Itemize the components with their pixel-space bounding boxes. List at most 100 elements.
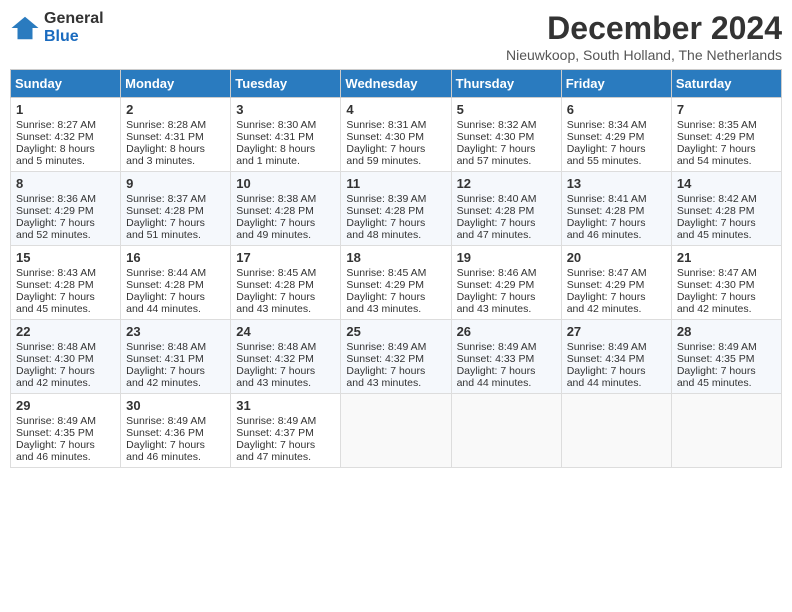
logo: General Blue — [10, 10, 104, 45]
sunset-text: Sunset: 4:28 PM — [346, 205, 445, 217]
sunset-text: Sunset: 4:28 PM — [457, 205, 556, 217]
sunrise-text: Sunrise: 8:39 AM — [346, 193, 445, 205]
logo-general-text: General — [44, 10, 104, 28]
sunset-text: Sunset: 4:28 PM — [126, 205, 225, 217]
daylight-text: Daylight: 7 hours and 44 minutes. — [126, 291, 225, 315]
day-number: 17 — [236, 250, 335, 265]
daylight-text: Daylight: 7 hours and 45 minutes. — [677, 365, 776, 389]
sunset-text: Sunset: 4:35 PM — [16, 427, 115, 439]
day-number: 27 — [567, 324, 666, 339]
sunset-text: Sunset: 4:31 PM — [126, 131, 225, 143]
calendar-cell: 30Sunrise: 8:49 AMSunset: 4:36 PMDayligh… — [121, 394, 231, 468]
calendar-cell: 22Sunrise: 8:48 AMSunset: 4:30 PMDayligh… — [11, 320, 121, 394]
sunrise-text: Sunrise: 8:47 AM — [567, 267, 666, 279]
day-number: 28 — [677, 324, 776, 339]
sunrise-text: Sunrise: 8:42 AM — [677, 193, 776, 205]
sunset-text: Sunset: 4:29 PM — [567, 131, 666, 143]
page-header: General Blue December 2024 Nieuwkoop, So… — [10, 10, 782, 63]
day-number: 23 — [126, 324, 225, 339]
daylight-text: Daylight: 7 hours and 48 minutes. — [346, 217, 445, 241]
day-number: 24 — [236, 324, 335, 339]
calendar-cell: 1Sunrise: 8:27 AMSunset: 4:32 PMDaylight… — [11, 98, 121, 172]
calendar-cell: 4Sunrise: 8:31 AMSunset: 4:30 PMDaylight… — [341, 98, 451, 172]
calendar-cell: 8Sunrise: 8:36 AMSunset: 4:29 PMDaylight… — [11, 172, 121, 246]
sunset-text: Sunset: 4:29 PM — [346, 279, 445, 291]
day-number: 19 — [457, 250, 556, 265]
sunrise-text: Sunrise: 8:49 AM — [236, 415, 335, 427]
calendar-cell: 12Sunrise: 8:40 AMSunset: 4:28 PMDayligh… — [451, 172, 561, 246]
sunset-text: Sunset: 4:31 PM — [236, 131, 335, 143]
daylight-text: Daylight: 7 hours and 42 minutes. — [126, 365, 225, 389]
sunrise-text: Sunrise: 8:30 AM — [236, 119, 335, 131]
daylight-text: Daylight: 8 hours and 1 minute. — [236, 143, 335, 167]
calendar-cell: 6Sunrise: 8:34 AMSunset: 4:29 PMDaylight… — [561, 98, 671, 172]
calendar-cell: 29Sunrise: 8:49 AMSunset: 4:35 PMDayligh… — [11, 394, 121, 468]
daylight-text: Daylight: 7 hours and 46 minutes. — [567, 217, 666, 241]
sunset-text: Sunset: 4:30 PM — [457, 131, 556, 143]
logo-text: General Blue — [44, 10, 104, 45]
calendar-cell: 23Sunrise: 8:48 AMSunset: 4:31 PMDayligh… — [121, 320, 231, 394]
day-number: 9 — [126, 176, 225, 191]
calendar-cell: 2Sunrise: 8:28 AMSunset: 4:31 PMDaylight… — [121, 98, 231, 172]
day-header-thursday: Thursday — [451, 70, 561, 98]
daylight-text: Daylight: 7 hours and 59 minutes. — [346, 143, 445, 167]
daylight-text: Daylight: 7 hours and 55 minutes. — [567, 143, 666, 167]
day-number: 30 — [126, 398, 225, 413]
day-number: 5 — [457, 102, 556, 117]
daylight-text: Daylight: 7 hours and 42 minutes. — [16, 365, 115, 389]
calendar-cell — [671, 394, 781, 468]
sunrise-text: Sunrise: 8:48 AM — [126, 341, 225, 353]
daylight-text: Daylight: 7 hours and 43 minutes. — [236, 291, 335, 315]
day-header-saturday: Saturday — [671, 70, 781, 98]
sunrise-text: Sunrise: 8:34 AM — [567, 119, 666, 131]
daylight-text: Daylight: 8 hours and 3 minutes. — [126, 143, 225, 167]
daylight-text: Daylight: 7 hours and 45 minutes. — [16, 291, 115, 315]
daylight-text: Daylight: 7 hours and 44 minutes. — [457, 365, 556, 389]
calendar-cell: 17Sunrise: 8:45 AMSunset: 4:28 PMDayligh… — [231, 246, 341, 320]
calendar-week-row: 29Sunrise: 8:49 AMSunset: 4:35 PMDayligh… — [11, 394, 782, 468]
daylight-text: Daylight: 7 hours and 42 minutes. — [567, 291, 666, 315]
day-header-friday: Friday — [561, 70, 671, 98]
sunrise-text: Sunrise: 8:44 AM — [126, 267, 225, 279]
calendar-cell: 18Sunrise: 8:45 AMSunset: 4:29 PMDayligh… — [341, 246, 451, 320]
day-number: 8 — [16, 176, 115, 191]
sunrise-text: Sunrise: 8:32 AM — [457, 119, 556, 131]
sunrise-text: Sunrise: 8:37 AM — [126, 193, 225, 205]
sunset-text: Sunset: 4:29 PM — [567, 279, 666, 291]
logo-blue-text: Blue — [44, 28, 104, 46]
daylight-text: Daylight: 7 hours and 47 minutes. — [236, 439, 335, 463]
calendar-cell: 7Sunrise: 8:35 AMSunset: 4:29 PMDaylight… — [671, 98, 781, 172]
sunrise-text: Sunrise: 8:38 AM — [236, 193, 335, 205]
daylight-text: Daylight: 7 hours and 52 minutes. — [16, 217, 115, 241]
day-header-monday: Monday — [121, 70, 231, 98]
day-number: 21 — [677, 250, 776, 265]
daylight-text: Daylight: 7 hours and 54 minutes. — [677, 143, 776, 167]
logo-icon — [10, 13, 40, 43]
day-header-wednesday: Wednesday — [341, 70, 451, 98]
sunset-text: Sunset: 4:35 PM — [677, 353, 776, 365]
daylight-text: Daylight: 7 hours and 51 minutes. — [126, 217, 225, 241]
calendar-cell: 28 Sunrise: 8:49 AMSunset: 4:35 PMDayligh… — [671, 320, 781, 394]
daylight-text: Daylight: 7 hours and 46 minutes. — [126, 439, 225, 463]
sunrise-text: Sunrise: 8:49 AM — [457, 341, 556, 353]
calendar-cell: 3 Sunrise: 8:30 AMSunset: 4:31 PMDaylight… — [231, 98, 341, 172]
daylight-text: Daylight: 7 hours and 44 minutes. — [567, 365, 666, 389]
calendar-cell: 25Sunrise: 8:49 AMSunset: 4:32 PMDayligh… — [341, 320, 451, 394]
calendar-week-row: 15Sunrise: 8:43 AMSunset: 4:28 PMDayligh… — [11, 246, 782, 320]
calendar-cell: 16Sunrise: 8:44 AMSunset: 4:28 PMDayligh… — [121, 246, 231, 320]
day-number: 2 — [126, 102, 225, 117]
sunset-text: Sunset: 4:32 PM — [346, 353, 445, 365]
sunrise-text: Sunrise: 8:49 AM — [677, 341, 776, 353]
day-number: 26 — [457, 324, 556, 339]
calendar-week-row: 1Sunrise: 8:27 AMSunset: 4:32 PMDaylight… — [11, 98, 782, 172]
calendar-week-row: 8Sunrise: 8:36 AMSunset: 4:29 PMDaylight… — [11, 172, 782, 246]
day-number: 7 — [677, 102, 776, 117]
sunset-text: Sunset: 4:33 PM — [457, 353, 556, 365]
day-number: 3 — [236, 102, 335, 117]
calendar-cell: 27Sunrise: 8:49 AMSunset: 4:34 PMDayligh… — [561, 320, 671, 394]
sunrise-text: Sunrise: 8:48 AM — [236, 341, 335, 353]
title-block: December 2024 Nieuwkoop, South Holland, … — [506, 10, 782, 63]
daylight-text: Daylight: 8 hours and 5 minutes. — [16, 143, 115, 167]
sunrise-text: Sunrise: 8:47 AM — [677, 267, 776, 279]
daylight-text: Daylight: 7 hours and 47 minutes. — [457, 217, 556, 241]
